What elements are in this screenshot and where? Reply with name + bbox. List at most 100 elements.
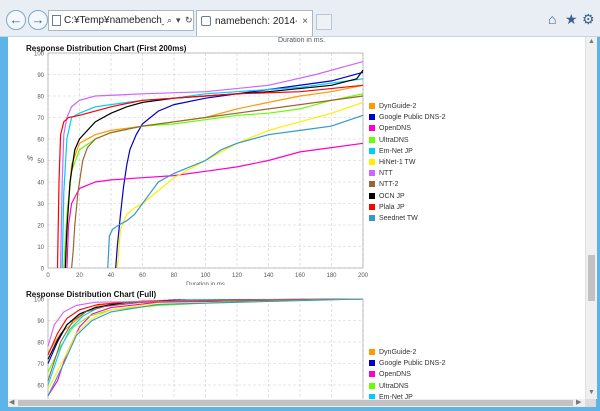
legend-swatch xyxy=(369,136,375,143)
legend-item: DynGuide-2 xyxy=(369,347,446,358)
tab-namebench[interactable]: namebench: 2014-09-26... × xyxy=(196,10,313,36)
chart1-ytick-label: 60 xyxy=(37,138,44,144)
scroll-down-icon[interactable]: ▼ xyxy=(586,389,597,396)
legend-label: Em-Net JP xyxy=(379,147,413,155)
chart1-xtick-label: 40 xyxy=(108,273,115,279)
chart2-ytick-label: 100 xyxy=(34,298,45,304)
legend-label: UltraDNS xyxy=(379,382,409,390)
chart1-series-line-ntt xyxy=(60,61,364,269)
legend-item: UltraDNS xyxy=(369,381,446,392)
legend-label: DynGuide-2 xyxy=(379,349,417,356)
scroll-left-icon[interactable]: ◀ xyxy=(9,398,14,406)
new-tab-button[interactable] xyxy=(316,14,332,30)
chart1-xtick-label: 100 xyxy=(200,273,211,279)
refresh-icon[interactable]: ↻ xyxy=(185,11,193,30)
vertical-scrollbar[interactable]: ▲ ▼ xyxy=(585,37,597,399)
legend-swatch xyxy=(369,382,375,389)
forward-button[interactable]: → xyxy=(28,10,48,30)
chart1-xtick-label: 140 xyxy=(263,273,274,279)
legend-item: HiNet-1 TW xyxy=(369,157,446,168)
legend-label: Google Public DNS-2 xyxy=(379,360,446,368)
horizontal-scrollbar[interactable]: ◀ ▶ xyxy=(8,399,585,407)
legend-swatch xyxy=(369,203,375,210)
chart1-ytick-label: 20 xyxy=(37,224,44,230)
chart2-ytick-label: 90 xyxy=(37,319,44,325)
legend-swatch xyxy=(369,125,375,132)
back-button[interactable]: ← xyxy=(6,10,26,30)
chart1-xtick-label: 80 xyxy=(171,273,178,279)
chart1-x-axis-label: Duration in ms xyxy=(186,282,225,285)
chart1-ytick-label: 0 xyxy=(41,267,45,273)
legend-item: OpenDNS xyxy=(369,369,446,380)
address-dropdown-icon[interactable]: ▾ xyxy=(176,11,181,30)
chart1-xtick-label: 160 xyxy=(295,273,306,279)
legend-swatch xyxy=(369,181,375,188)
chart1-xtick-label: 180 xyxy=(326,273,337,279)
legend-swatch xyxy=(369,214,375,221)
settings-gear-icon[interactable]: ⚙ xyxy=(582,11,595,28)
chart1-xtick-label: 0 xyxy=(46,273,50,279)
chart1-ytick-label: 70 xyxy=(37,116,44,122)
browser-toolbar: ← → C:¥Temp¥namebench_2014-0! ⌕ ▾ ↻ name… xyxy=(0,0,600,37)
tab-close-icon[interactable]: × xyxy=(302,11,308,33)
chart1-xtick-label: 200 xyxy=(358,273,369,279)
address-text: C:¥Temp¥namebench_2014-0! xyxy=(64,15,164,26)
legend-item: UltraDNS xyxy=(369,135,446,146)
browser-window: ← → C:¥Temp¥namebench_2014-0! ⌕ ▾ ↻ name… xyxy=(0,0,600,411)
horizontal-scroll-thumb[interactable] xyxy=(18,400,573,406)
chart1-ytick-label: 80 xyxy=(37,95,44,101)
legend-label: Seednet TW xyxy=(379,214,418,222)
legend-item: NTT xyxy=(369,168,446,179)
page-content: Duration in ms. Response Distribution Ch… xyxy=(8,37,585,399)
forward-arrow-icon: → xyxy=(31,12,45,27)
legend-swatch xyxy=(369,192,375,199)
legend-item: NTT-2 xyxy=(369,179,446,190)
legend-label: Google Public DNS-2 xyxy=(379,114,446,122)
legend-item: OCN JP xyxy=(369,191,446,202)
legend-item: DynGuide-2 xyxy=(369,101,446,112)
legend-swatch xyxy=(369,158,375,165)
legend-label: OCN JP xyxy=(379,192,405,200)
vertical-scroll-thumb[interactable] xyxy=(588,255,595,301)
legend-item: OpenDNS xyxy=(369,123,446,134)
legend-item: Em-Net JP xyxy=(369,146,446,157)
scroll-up-icon[interactable]: ▲ xyxy=(586,38,597,45)
chart1-series-line-plala-jp xyxy=(56,84,364,269)
legend-label: Plala JP xyxy=(379,203,405,211)
chart1-plot: 0 10 20 30 40 50 60 70 80 90 100 0 20 40 60 80 100 120 140… xyxy=(27,52,369,286)
legend-item: Google Public DNS-2 xyxy=(369,358,446,369)
legend-label: NTT xyxy=(379,170,393,178)
legend-swatch xyxy=(369,147,375,154)
chart2-plot: 100 90 80 70 60 xyxy=(34,298,364,399)
address-bar[interactable]: C:¥Temp¥namebench_2014-0! ⌕ ▾ ↻ xyxy=(48,10,194,31)
chart1-ytick-label: 100 xyxy=(34,52,45,58)
chart2-ytick-label: 70 xyxy=(37,362,44,368)
legend-label: HiNet-1 TW xyxy=(379,158,416,166)
chart1-series-line-ocn-jp xyxy=(64,69,364,269)
back-arrow-icon: ← xyxy=(9,12,23,27)
chart2-legend: DynGuide-2 Google Public DNS-2 OpenDNS Ultr… xyxy=(369,347,446,399)
search-icon[interactable]: ⌕ xyxy=(167,11,172,30)
chart1-series-line-seednet-tw xyxy=(107,114,364,269)
legend-item: Em-Net JP xyxy=(369,392,446,399)
chart2-ytick-label: 60 xyxy=(37,384,44,390)
chart1-ytick-label: 10 xyxy=(37,245,44,251)
legend-swatch xyxy=(369,371,375,378)
scrollbar-corner xyxy=(585,399,596,407)
chart1-y-axis-label: % xyxy=(27,156,33,163)
chart1-legend: DynGuide-2 Google Public DNS-2 OpenDNS Ultr… xyxy=(369,101,446,224)
legend-swatch xyxy=(369,114,375,121)
legend-label: OpenDNS xyxy=(379,371,411,379)
legend-label: NTT-2 xyxy=(379,181,399,189)
legend-item: Google Public DNS-2 xyxy=(369,112,446,123)
chart1-xtick-label: 60 xyxy=(139,273,146,279)
favorites-star-icon[interactable]: ★ xyxy=(565,11,578,28)
chart1-ytick-label: 90 xyxy=(37,73,44,79)
home-icon[interactable]: ⌂ xyxy=(548,11,556,27)
chart1-ytick-label: 40 xyxy=(37,181,44,187)
chart1-series-line-em-net-jp xyxy=(61,78,364,269)
scroll-right-icon[interactable]: ▶ xyxy=(576,398,581,406)
legend-item: Seednet TW xyxy=(369,213,446,224)
legend-label: DynGuide-2 xyxy=(379,103,417,110)
legend-label: OpenDNS xyxy=(379,125,411,133)
